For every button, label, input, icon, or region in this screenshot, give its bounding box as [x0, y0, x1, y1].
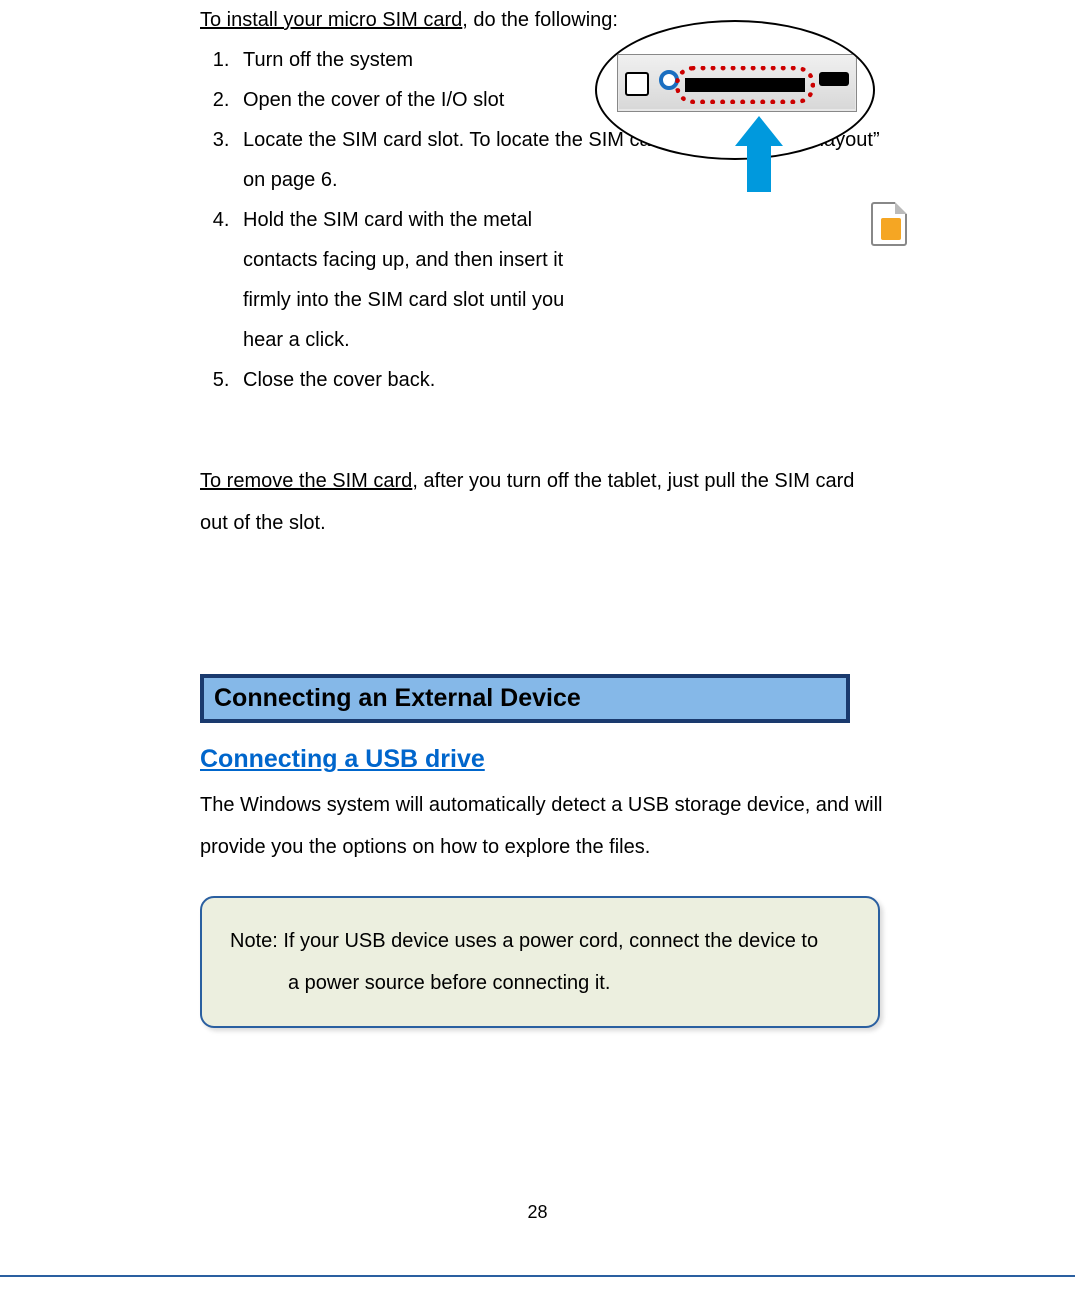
port-square-icon: [625, 72, 649, 96]
usb-body-text: The Windows system will automatically de…: [200, 784, 885, 868]
sim-chip-icon: [881, 218, 901, 240]
remove-prefix-underlined: To remove the SIM card: [200, 470, 412, 492]
install-steps-list: Turn off the system Open the cover of th…: [235, 40, 885, 400]
sim-corner-icon: [895, 202, 907, 214]
note-line-1: Note: If your USB device uses a power co…: [230, 930, 818, 952]
sim-slot-diagram: [595, 20, 875, 255]
install-step-5: Close the cover back.: [235, 360, 885, 400]
note-line-2: a power source before connecting it.: [230, 962, 850, 1004]
arrow-up-icon: [735, 116, 783, 146]
note-text: Note: If your USB device uses a power co…: [230, 920, 850, 1004]
subsection-title: Connecting a USB drive: [200, 745, 885, 774]
dotted-highlight-icon: [675, 66, 815, 104]
bottom-divider: [0, 1275, 1075, 1277]
remove-instruction: To remove the SIM card, after you turn o…: [200, 460, 885, 544]
arrow-stem-icon: [747, 144, 771, 192]
page-number: 28: [0, 1202, 1075, 1223]
install-intro-underlined: To install your micro SIM card: [200, 9, 462, 31]
note-box: Note: If your USB device uses a power co…: [200, 896, 880, 1028]
port-right-icon: [819, 72, 849, 86]
sim-card-icon: [871, 202, 907, 246]
section-header: Connecting an External Device: [200, 674, 850, 723]
install-step-4: Hold the SIM card with the metal contact…: [235, 200, 565, 360]
